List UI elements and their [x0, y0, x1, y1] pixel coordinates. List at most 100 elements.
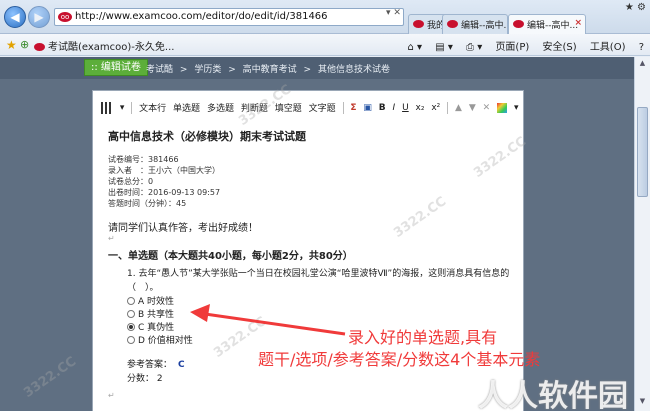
breadcrumb-item[interactable]: 考试酷 — [146, 65, 173, 75]
breadcrumb-separator: > — [228, 65, 236, 75]
tools-menu[interactable]: 工具(O) — [590, 42, 626, 53]
question-number: 1. — [127, 269, 136, 279]
italic-icon[interactable]: I — [393, 103, 396, 113]
annotation-line-2: 题干/选项/参考答案/分数这4个基本元素 — [258, 350, 541, 369]
edit-paper-button[interactable]: :: 编辑试卷 — [84, 59, 148, 76]
formula-icon[interactable]: Σ — [350, 103, 356, 113]
option-d[interactable]: D 价值相对性 — [127, 335, 193, 348]
page-menu[interactable]: 页面(P) — [495, 42, 529, 53]
toolbar-separator — [447, 101, 449, 114]
paragraph-mark-icon: ↵ — [108, 234, 115, 243]
question-stem[interactable]: 1. 去年“愚人节”某大学张贴一个当日在校园礼堂公演“哈里波特Ⅶ”的海报，这则消… — [127, 267, 517, 295]
brand-watermark-text: 软件园 — [538, 379, 628, 411]
tab-3-active[interactable]: 编辑--高中... × — [508, 14, 586, 34]
favorite-tab-label: 考试酷(examcoo)-永久免... — [48, 42, 175, 53]
question-score: 分数： 2 — [127, 371, 163, 384]
option-b[interactable]: B 共享性 — [127, 309, 193, 322]
move-down-icon[interactable]: ▼ — [469, 103, 476, 113]
safety-menu[interactable]: 安全(S) — [542, 42, 576, 53]
address-bar[interactable]: oo http://www.examcoo.com/editor/do/edit… — [54, 8, 404, 26]
breadcrumb: 考试酷 > 学历类 > 高中教育考试 > 其他信息技术试卷 — [146, 62, 394, 75]
edit-paper-label: 编辑试卷 — [100, 62, 141, 73]
browser-titlebar: ◀ ▶ oo http://www.examcoo.com/editor/do/… — [0, 0, 650, 34]
page-scrollbar[interactable]: ▲ ▼ — [634, 57, 650, 411]
option-label: A 时效性 — [138, 297, 175, 307]
window-controls[interactable]: ★ ⚙ — [625, 2, 646, 13]
breadcrumb-item[interactable]: 高中教育考试 — [243, 65, 297, 75]
superscript-icon[interactable]: x² — [431, 103, 440, 113]
home-icon[interactable]: ⌂ ▾ — [407, 42, 422, 53]
paragraph-mark-icon: ↵ — [108, 391, 115, 400]
tab-logo-icon — [513, 20, 524, 28]
move-up-icon[interactable]: ▲ — [455, 103, 462, 113]
print-icon[interactable]: ⎙ ▾ — [466, 42, 482, 53]
help-icon[interactable]: ? — [639, 42, 644, 53]
feeds-icon[interactable]: ▤ ▾ — [435, 42, 453, 53]
meta-author: 录入者 ：王小六（中国大学） — [108, 166, 220, 175]
meta-total-score: 试卷总分：0 — [108, 177, 154, 186]
table-icon[interactable] — [101, 101, 113, 114]
brand-logo-icon: 人人 — [478, 379, 538, 411]
toolbar-separator — [131, 101, 133, 114]
option-label: C 真伪性 — [138, 323, 175, 333]
section-heading[interactable]: 一、单选题（本大题共40小题，每小题2分，共80分） — [108, 247, 353, 262]
annotation-line-1: 录入好的单选题,具有 — [348, 328, 498, 347]
multi-choice-button[interactable]: 多选题 — [207, 101, 234, 114]
meta-date: 出卷时间：2016-09-13 09:57 — [108, 188, 221, 197]
site-logo-icon: oo — [58, 12, 72, 22]
radio-icon[interactable] — [127, 297, 135, 305]
breadcrumb-separator: > — [179, 65, 188, 75]
text-question-button[interactable]: 文字题 — [309, 101, 336, 114]
question-text: 去年“愚人节”某大学张贴一个当日在校园礼堂公演“哈里波特Ⅶ”的海报，这则消息具有… — [127, 269, 510, 293]
color-dropdown-icon[interactable]: ▾ — [514, 103, 519, 113]
radio-selected-icon[interactable] — [127, 323, 135, 331]
score-label: 分数： — [127, 374, 155, 384]
back-button[interactable]: ◀ — [4, 6, 26, 28]
paper-title[interactable]: 高中信息技术（必修模块）期末考试试题 — [108, 128, 306, 144]
close-tab-icon[interactable]: × — [574, 18, 582, 28]
underline-icon[interactable]: U — [402, 103, 409, 113]
tab-logo-icon — [413, 20, 424, 28]
tab-2[interactable]: 编辑--高中... — [442, 14, 508, 34]
option-label: D 价值相对性 — [138, 336, 193, 346]
answer-label: 参考答案： — [127, 360, 173, 370]
breadcrumb-item[interactable]: 其他信息技术试卷 — [318, 65, 390, 75]
paper-meta: 试卷编号：381466 录入者 ：王小六（中国大学） 试卷总分：0 出卷时间：2… — [108, 154, 220, 209]
scroll-up-icon[interactable]: ▲ — [637, 59, 648, 71]
paper-prompt[interactable]: 请同学们认真作答，考出好成绩！ — [108, 219, 258, 234]
tab-label: 编辑--高中... — [461, 21, 508, 31]
single-choice-button[interactable]: 单选题 — [173, 101, 200, 114]
fav-logo-icon — [34, 43, 45, 51]
brand-watermark: 人人软件园 — [478, 371, 628, 411]
scroll-down-icon[interactable]: ▼ — [637, 397, 648, 409]
answer-value: C — [178, 360, 185, 370]
option-label: B 共享性 — [138, 310, 175, 320]
toolbar-separator — [342, 101, 344, 114]
breadcrumb-bar: :: 编辑试卷 考试酷 > 学历类 > 高中教育考试 > 其他信息技术试卷 — [0, 57, 650, 79]
subscript-icon[interactable]: x₂ — [416, 103, 425, 113]
score-value: 2 — [156, 374, 163, 384]
forward-button[interactable]: ▶ — [28, 6, 50, 28]
favorites-star-icon[interactable]: ★ — [6, 38, 17, 52]
editor-toolbar: ▾ 文本行 单选题 多选题 判断题 填空题 文字题 Σ ▣ B I U x₂ x… — [101, 101, 518, 117]
address-tools-icon[interactable]: ▾ ✕ — [386, 8, 401, 18]
add-favorite-icon[interactable]: ⊕ — [20, 38, 29, 51]
command-menu: ⌂ ▾ ▤ ▾ ⎙ ▾ 页面(P) 安全(S) 工具(O) ? — [397, 38, 644, 53]
bold-icon[interactable]: B — [379, 103, 386, 113]
breadcrumb-item[interactable]: 学历类 — [194, 65, 221, 75]
command-bar: ★ ⊕ 考试酷(examcoo)-永久免... ⌂ ▾ ▤ ▾ ⎙ ▾ 页面(P… — [0, 34, 650, 56]
option-a[interactable]: A 时效性 — [127, 296, 193, 309]
color-picker-icon[interactable] — [497, 102, 508, 113]
image-icon[interactable]: ▣ — [363, 103, 372, 113]
radio-icon[interactable] — [127, 336, 135, 344]
dropdown-icon[interactable]: ▾ — [120, 103, 125, 113]
breadcrumb-separator: > — [303, 65, 312, 75]
address-url: http://www.examcoo.com/editor/do/edit/id… — [75, 11, 328, 22]
delete-icon[interactable]: ✕ — [483, 103, 491, 113]
text-line-button[interactable]: 文本行 — [139, 101, 166, 114]
radio-icon[interactable] — [127, 310, 135, 318]
favorite-tab[interactable]: 考试酷(examcoo)-永久免... — [34, 38, 174, 53]
option-c[interactable]: C 真伪性 — [127, 322, 193, 335]
scroll-thumb[interactable] — [637, 107, 648, 197]
tab-logo-icon — [447, 20, 458, 28]
